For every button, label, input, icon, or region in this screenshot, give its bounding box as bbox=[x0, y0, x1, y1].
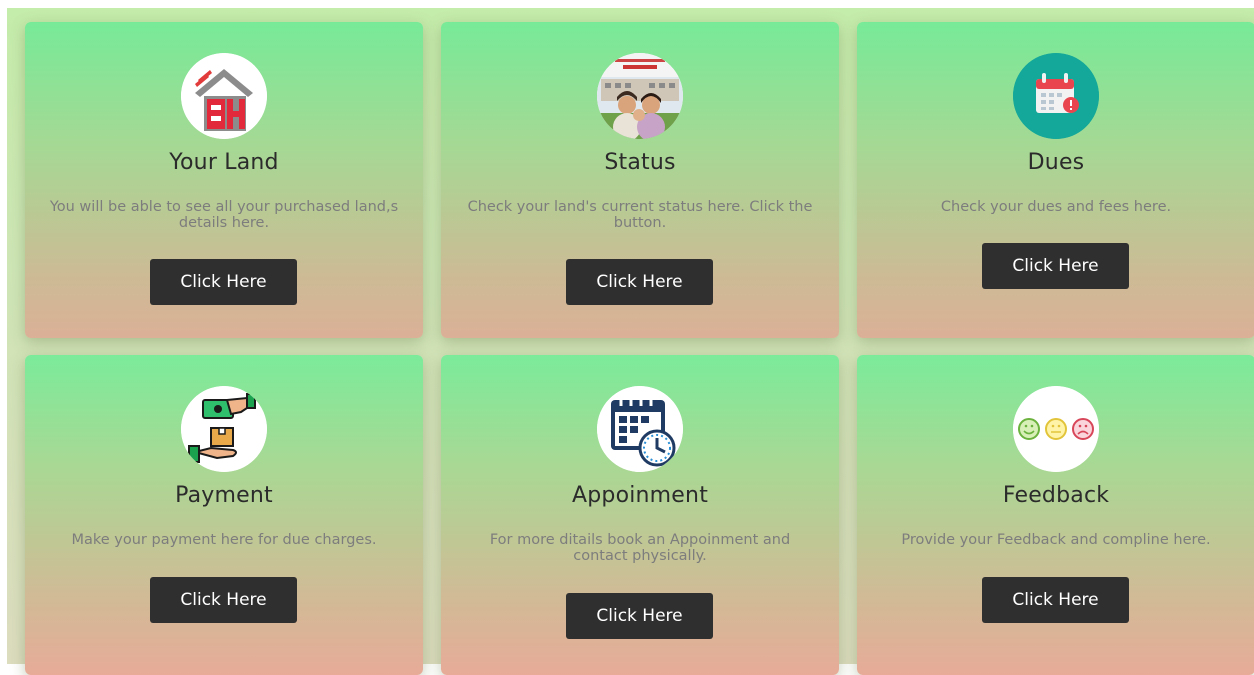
card-description: Make your payment here for due charges. bbox=[71, 532, 377, 548]
card-description: You will be able to see all your purchas… bbox=[49, 199, 399, 231]
calendar-alert-icon bbox=[1013, 53, 1099, 139]
card-status: Status Check your land's current status … bbox=[441, 22, 839, 338]
payment-click-button[interactable]: Click Here bbox=[150, 577, 297, 623]
card-title: Your Land bbox=[169, 150, 279, 175]
family-photo-icon bbox=[597, 53, 683, 139]
calendar-clock-icon bbox=[597, 386, 683, 472]
card-dues: Dues Check your dues and fees here. Clic… bbox=[857, 22, 1254, 338]
top-edge bbox=[0, 0, 1254, 8]
card-description: Provide your Feedback and compline here. bbox=[901, 532, 1211, 548]
cash-hand-icon bbox=[181, 386, 267, 472]
card-description: For more ditails book an Appoinment and … bbox=[489, 532, 791, 564]
card-title: Feedback bbox=[1002, 483, 1110, 508]
card-payment: Payment Make your payment here for due c… bbox=[25, 355, 423, 675]
smiley-faces-icon bbox=[1013, 386, 1099, 472]
card-title: Dues bbox=[1027, 150, 1085, 175]
card-title: Status bbox=[604, 150, 676, 175]
left-edge bbox=[0, 0, 7, 664]
appoinment-click-button[interactable]: Click Here bbox=[566, 593, 713, 639]
card-title: Appoinment bbox=[571, 483, 709, 508]
card-your-land: Your Land You will be able to see all yo… bbox=[25, 22, 423, 338]
card-feedback: Feedback Provide your Feedback and compl… bbox=[857, 355, 1254, 675]
your-land-click-button[interactable]: Click Here bbox=[150, 259, 297, 305]
card-description: Check your land's current status here. C… bbox=[467, 199, 813, 231]
feedback-click-button[interactable]: Click Here bbox=[982, 577, 1129, 623]
dues-click-button[interactable]: Click Here bbox=[982, 243, 1129, 289]
house-logo-icon bbox=[181, 53, 267, 139]
page-background: Your Land You will be able to see all yo… bbox=[0, 0, 1254, 675]
card-description: Check your dues and fees here. bbox=[940, 199, 1172, 215]
card-appoinment: Appoinment For more ditails book an Appo… bbox=[441, 355, 839, 675]
status-click-button[interactable]: Click Here bbox=[566, 259, 713, 305]
card-title: Payment bbox=[175, 483, 273, 508]
